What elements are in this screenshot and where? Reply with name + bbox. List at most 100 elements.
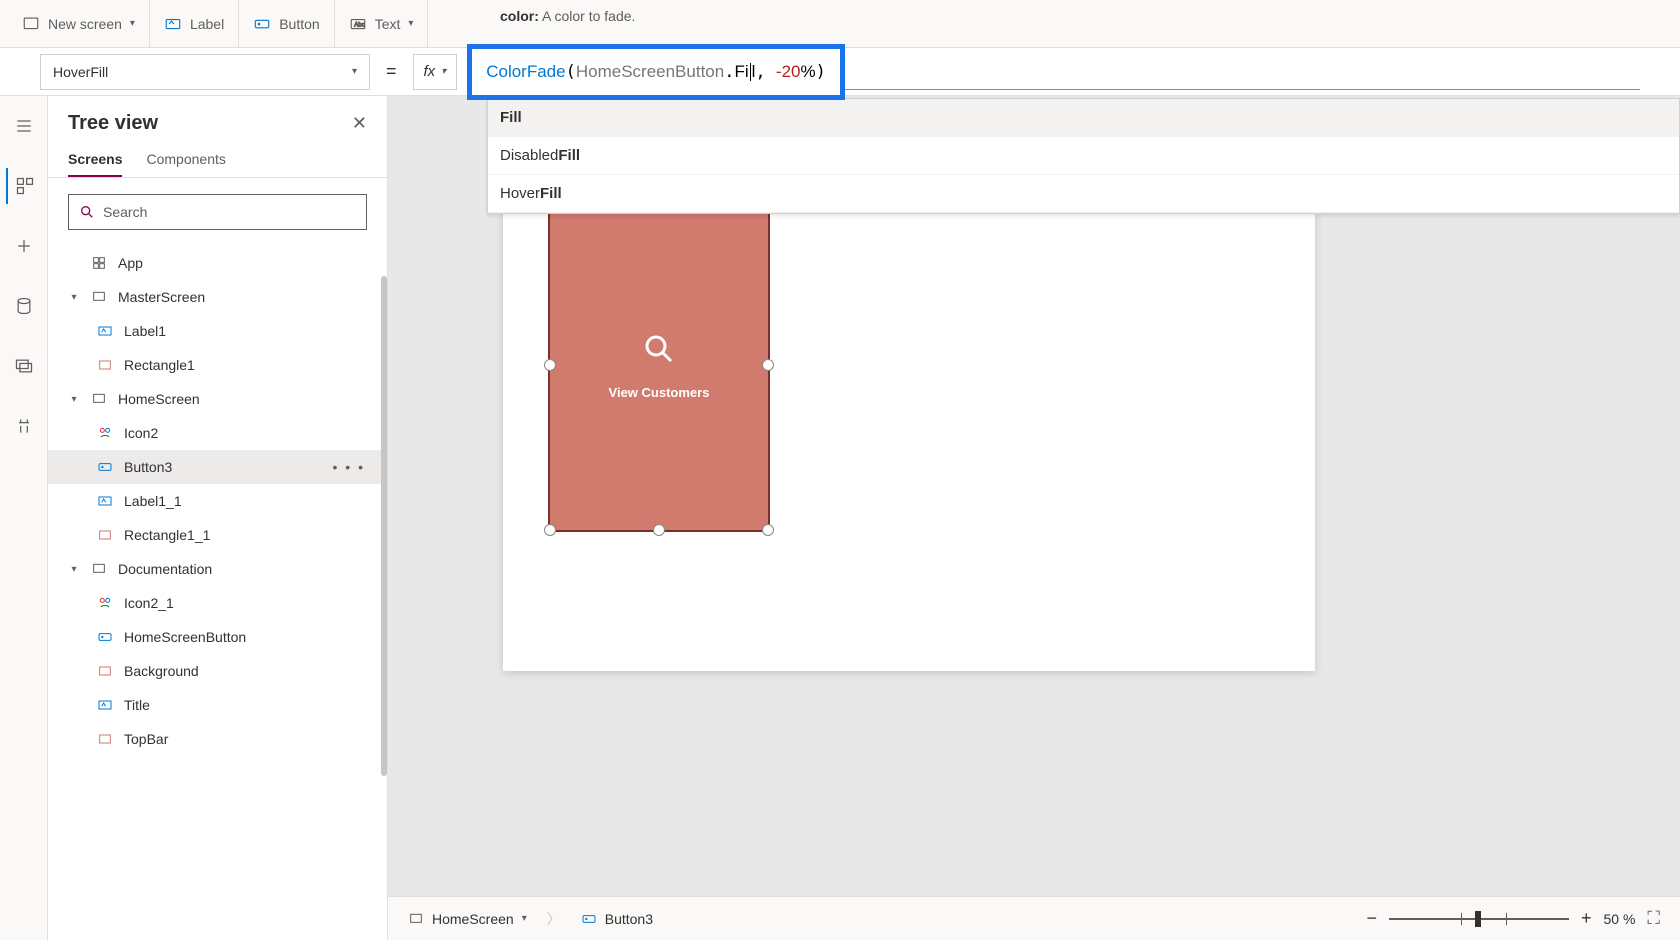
tree-item-label: HomeScreen [118,391,200,407]
tree-item-label: Rectangle1 [124,357,195,373]
chevron-down-icon: ▾ [441,66,446,77]
button-icon [96,628,114,646]
tree-item-label: MasterScreen [118,289,205,305]
tab-screens[interactable]: Screens [68,143,122,177]
tree-item-label: Title [124,697,150,713]
app-icon [90,254,108,272]
search-input[interactable]: Search [68,194,367,230]
rectangle-icon [96,730,114,748]
chevron-down-icon[interactable]: ▾ [68,394,80,405]
zoom-in-button[interactable]: + [1581,908,1592,929]
close-icon[interactable]: ✕ [352,113,367,134]
resize-handle[interactable] [653,524,665,536]
scrollbar[interactable] [381,276,387,776]
tree-view-icon[interactable] [6,168,42,204]
fx-button[interactable]: fx ▾ [413,54,458,90]
label-button[interactable]: Label [150,0,239,47]
tree-item-label: Label1 [124,323,166,339]
autocomplete-item[interactable]: DisabledFill [488,137,1679,175]
screen-icon [22,15,40,33]
tree-item-label: Background [124,663,199,679]
new-screen-button[interactable]: New screen ▾ [8,0,150,47]
label-icon [164,15,182,33]
tree-item-control[interactable]: Button3 • • • [48,450,387,484]
button-button[interactable]: Button [239,0,334,47]
tree-item-label: Rectangle1_1 [124,527,210,543]
property-selector[interactable]: HoverFill ▾ [40,54,370,90]
formula-bar: HoverFill ▾ = fx ▾ ColorFade(HomeScreenB… [0,48,1680,96]
resize-handle[interactable] [762,359,774,371]
tree-item-control[interactable]: Label1 [48,314,387,348]
tree-item-control[interactable]: HomeScreenButton [48,620,387,654]
autocomplete-item[interactable]: Fill [488,99,1679,137]
property-selector-value: HoverFill [53,64,108,80]
canvas-area[interactable]: Home Screen View Customers HomeScreen [388,96,1680,940]
resize-handle[interactable] [762,524,774,536]
tree-item-control[interactable]: Rectangle1_1 [48,518,387,552]
tree-item-label: Icon2 [124,425,158,441]
tools-icon[interactable] [6,408,42,444]
tree-item-control[interactable]: TopBar [48,722,387,756]
screen-icon [408,911,424,927]
tree-view-title: Tree view [68,112,158,135]
button-icon [581,911,597,927]
breadcrumb-control[interactable]: Button3 [581,911,653,927]
new-screen-label: New screen [48,16,122,32]
insert-icon[interactable] [6,228,42,264]
chevron-down-icon: ▾ [522,913,527,924]
button-icon [253,15,271,33]
tree-item-control[interactable]: Title [48,688,387,722]
equals-sign: = [386,61,397,82]
tree-item-screen[interactable]: ▾ Documentation [48,552,387,586]
search-icon [641,331,677,375]
label-icon [96,492,114,510]
button-icon [96,458,114,476]
formula-rest[interactable] [845,54,1640,90]
tree-item-control[interactable]: Background [48,654,387,688]
resize-handle[interactable] [544,359,556,371]
tree-item-control[interactable]: Icon2 [48,416,387,450]
breadcrumb-screen[interactable]: HomeScreen ▾ [408,911,527,927]
tree-item-label: Icon2_1 [124,595,174,611]
screen-icon [90,288,108,306]
fx-icon: fx [424,63,436,80]
media-icon[interactable] [6,348,42,384]
text-button[interactable]: Abc Text ▾ [335,0,429,47]
expand-icon[interactable]: ⛶ [1647,908,1660,929]
chevron-down-icon: ▾ [352,66,357,77]
tree-item-label: TopBar [124,731,168,747]
tooltip-key: color: [500,8,539,24]
tree-item-label: App [118,255,143,271]
tree-item-screen[interactable]: ▾ HomeScreen [48,382,387,416]
zoom-out-button[interactable]: − [1366,908,1377,929]
breadcrumb-separator: 〉 [547,909,561,929]
formula-text: ColorFade(HomeScreenButton.Fil, -20%) [486,62,826,82]
tree-item-app[interactable]: App [48,246,387,280]
tree-item-screen[interactable]: ▾ MasterScreen [48,280,387,314]
hamburger-icon[interactable] [6,108,42,144]
tree-item-control[interactable]: Icon2_1 [48,586,387,620]
resize-handle[interactable] [544,524,556,536]
zoom-slider[interactable] [1389,909,1569,929]
label-icon [96,696,114,714]
more-icon[interactable]: • • • [333,459,375,475]
formula-tooltip: color: A color to fade. [500,0,635,32]
text-btn-label: Text [375,16,401,32]
autocomplete-item[interactable]: HoverFill [488,175,1679,213]
tree-item-control[interactable]: Label1_1 [48,484,387,518]
tab-components[interactable]: Components [146,143,225,177]
selected-control[interactable]: View Customers [548,198,770,532]
zoom-value: 50 % [1603,911,1635,927]
data-icon[interactable] [6,288,42,324]
formula-input[interactable]: ColorFade(HomeScreenButton.Fil, -20%) [467,44,845,100]
chevron-down-icon: ▾ [408,18,413,29]
screen-icon [90,390,108,408]
tree-item-control[interactable]: Rectangle1 [48,348,387,382]
chevron-down-icon[interactable]: ▾ [68,292,80,303]
tree-view-panel: Tree view ✕ Screens Components Search Ap… [48,96,388,940]
status-bar: HomeScreen ▾ 〉 Button3 − + 50 % ⛶ [388,896,1680,940]
autocomplete-dropdown: Fill DisabledFill HoverFill [487,98,1680,214]
chevron-down-icon[interactable]: ▾ [68,564,80,575]
breadcrumb-screen-label: HomeScreen [432,911,514,927]
rectangle-icon [96,662,114,680]
